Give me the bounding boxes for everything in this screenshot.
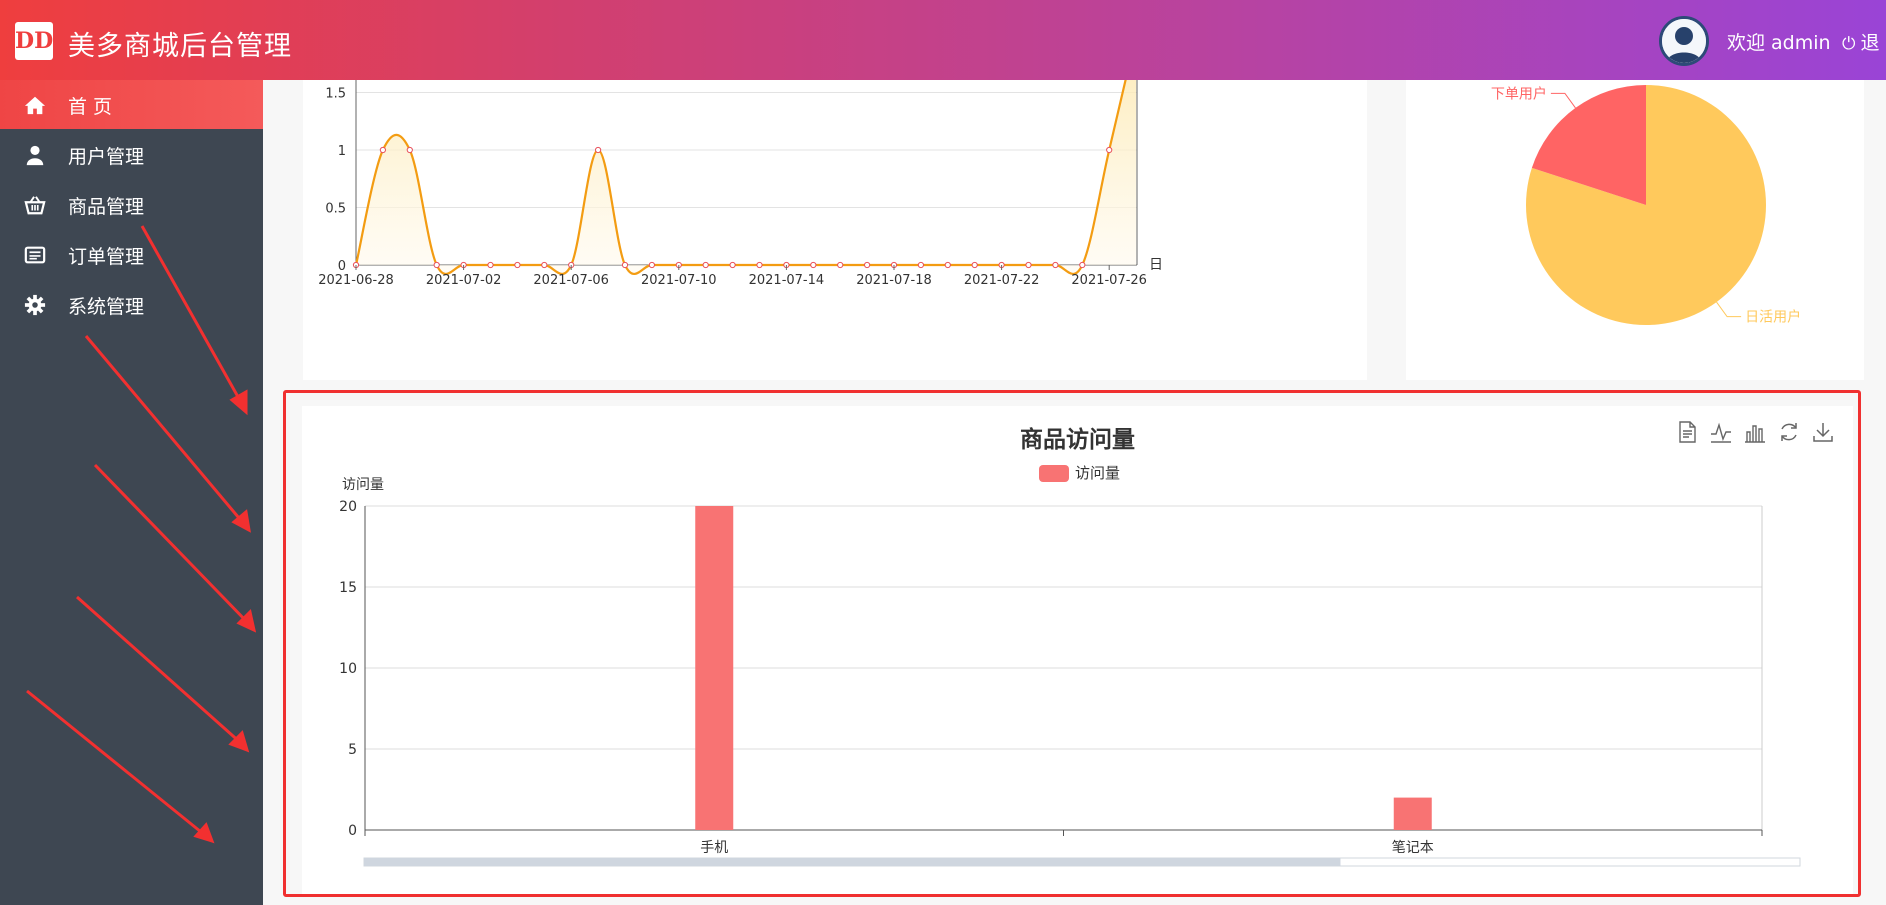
data-point[interactable] — [1025, 261, 1032, 269]
data-point[interactable] — [864, 261, 871, 269]
data-point[interactable] — [1106, 146, 1113, 154]
trend-line — [354, 80, 1127, 275]
highlight-box — [283, 390, 1861, 897]
sidebar-item-goods[interactable]: 商品管理 — [0, 180, 263, 229]
x-tick-label: 2021-07-26 — [1071, 273, 1147, 288]
user-ratio-pie-chart[interactable]: 日活用户 下单用户 — [1406, 80, 1864, 380]
data-point[interactable] — [1079, 261, 1086, 269]
sidebar-item-label: 系统管理 — [68, 296, 145, 318]
data-point[interactable] — [595, 146, 602, 154]
power-icon: ⏻ — [1842, 34, 1856, 54]
data-point[interactable] — [756, 261, 763, 269]
user-icon — [26, 145, 44, 166]
data-point[interactable] — [971, 261, 978, 269]
logo: DD — [15, 22, 53, 60]
x-axis-label: 日 — [1149, 257, 1163, 273]
x-tick-label: 2021-07-02 — [426, 273, 502, 288]
x-tick-label: 2021-07-18 — [856, 273, 932, 288]
sidebar-item-label: 用户管理 — [68, 146, 145, 168]
data-point[interactable] — [837, 261, 844, 269]
x-tick-label: 2021-06-28 — [318, 273, 394, 288]
data-point[interactable] — [944, 261, 951, 269]
sidebar-item-home[interactable]: 首 页 — [0, 80, 263, 129]
pie-label: 下单用户 — [1491, 85, 1547, 102]
sidebar: 首 页 用户管理 商品管理 订单管理 系统管理 — [0, 80, 263, 905]
basket-icon — [24, 196, 46, 215]
x-tick-label: 2021-07-14 — [749, 273, 825, 288]
y-tick-label: 0.5 — [325, 202, 346, 217]
data-point[interactable] — [379, 146, 387, 154]
trend-area — [356, 80, 1137, 274]
data-point[interactable] — [1052, 261, 1059, 269]
sidebar-item-system[interactable]: 系统管理 — [0, 280, 263, 329]
x-tick-label: 2021-07-06 — [533, 273, 609, 288]
sidebar-item-label: 商品管理 — [68, 196, 145, 218]
data-point[interactable] — [729, 261, 736, 269]
sidebar-item-orders[interactable]: 订单管理 — [0, 230, 263, 279]
sidebar-item-label: 订单管理 — [68, 246, 145, 268]
data-point[interactable] — [406, 146, 413, 154]
data-point[interactable] — [514, 261, 521, 269]
user-ratio-pie-card: 日活用户 下单用户 — [1406, 80, 1864, 380]
data-point[interactable] — [621, 261, 629, 269]
pie-label-line — [1716, 301, 1742, 318]
logout-label: 退 — [1860, 32, 1880, 54]
data-point[interactable] — [487, 261, 494, 269]
data-point[interactable] — [702, 261, 709, 269]
welcome-text: 欢迎 admin — [1727, 32, 1831, 54]
data-point[interactable] — [917, 261, 925, 269]
y-tick-label: 1.5 — [325, 87, 346, 102]
home-icon — [24, 96, 46, 115]
data-point[interactable] — [541, 261, 548, 269]
data-point[interactable] — [810, 261, 817, 269]
gear-icon — [24, 294, 46, 316]
avatar[interactable] — [1659, 16, 1709, 66]
daily-trend-chart-card: 0 0.5 1 1.5 2021-06-28 2021-07-02 2021-07-06 20… — [303, 80, 1367, 380]
data-point[interactable] — [648, 261, 655, 269]
top-header: DD 美多商城后台管理 欢迎 admin ⏻ 退 — [0, 0, 1886, 80]
y-tick-label: 0 — [338, 259, 346, 274]
logout-button[interactable]: ⏻ 退 — [1842, 28, 1879, 55]
y-tick-label: 1 — [338, 144, 346, 159]
pie-label: 日活用户 — [1745, 309, 1801, 326]
user-avatar-icon — [1662, 19, 1706, 63]
data-point[interactable] — [433, 261, 440, 269]
x-tick-label: 2021-07-10 — [641, 273, 717, 288]
sidebar-item-users[interactable]: 用户管理 — [0, 130, 263, 179]
list-icon — [24, 246, 46, 264]
daily-trend-chart[interactable]: 0 0.5 1 1.5 2021-06-28 2021-07-02 2021-07-06 20… — [303, 80, 1367, 380]
x-tick-label: 2021-07-22 — [964, 273, 1040, 288]
app-title: 美多商城后台管理 — [68, 31, 292, 62]
sidebar-item-label: 首 页 — [68, 96, 113, 118]
pie-label-line — [1550, 92, 1576, 109]
